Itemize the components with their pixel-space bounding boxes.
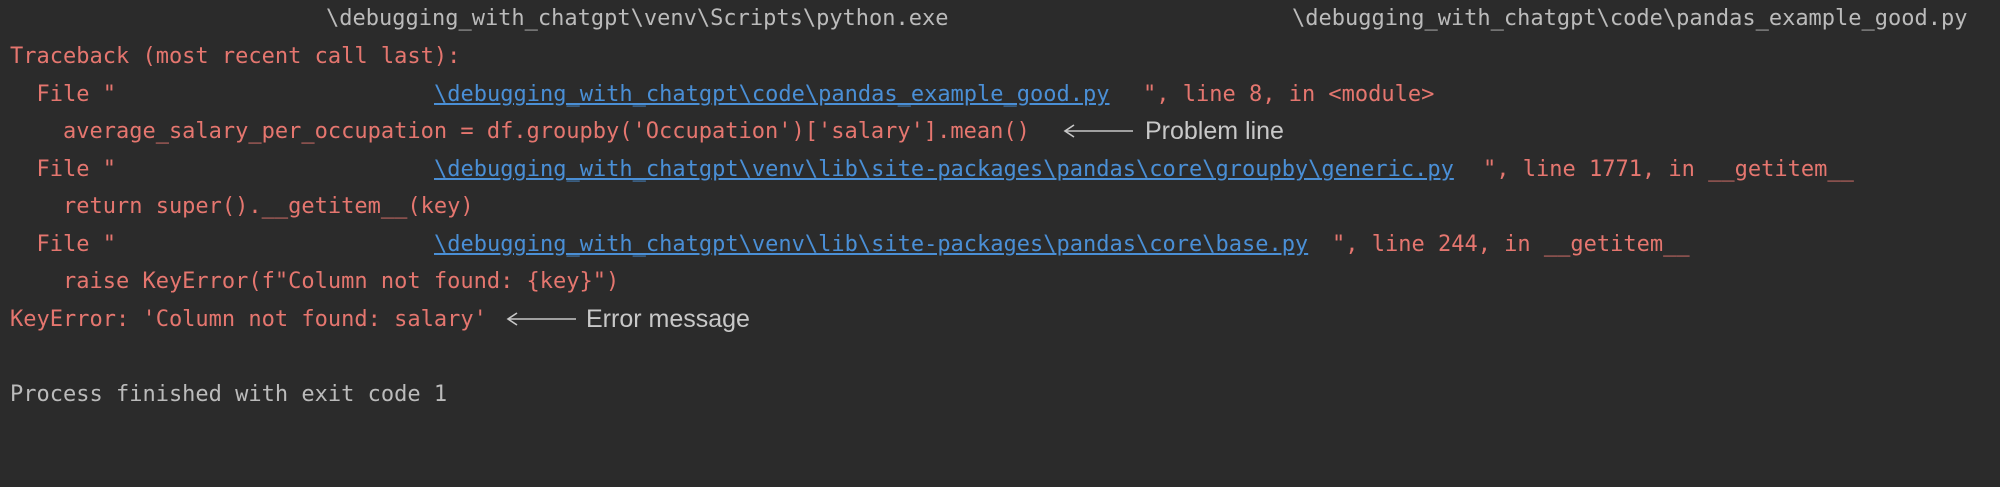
traceback-header-text: Traceback (most recent call last):: [10, 44, 461, 69]
frame-3-file-prefix: File ": [10, 232, 116, 257]
frame-1-file-line: File " \debugging_with_chatgpt\code\pand…: [0, 76, 1434, 113]
frame-3-file-line: File " \debugging_with_chatgpt\venv\lib\…: [0, 226, 1689, 263]
run-console-output: \debugging_with_chatgpt\venv\Scripts\pyt…: [0, 0, 2000, 421]
frame-2-code: return super().__getitem__(key): [10, 194, 474, 219]
interpreter-path: \debugging_with_chatgpt\venv\Scripts\pyt…: [326, 6, 949, 31]
frame-3-code-line: raise KeyError(f"Column not found: {key}…: [0, 263, 619, 300]
frame-2-location: ", line 1771, in __getitem__: [1483, 157, 1854, 182]
exit-message: Process finished with exit code 1: [10, 382, 448, 407]
key-error-text: KeyError: 'Column not found: salary': [10, 307, 487, 332]
frame-1-code-line: average_salary_per_occupation = df.group…: [0, 113, 1284, 150]
frame-2-code-line: return super().__getitem__(key): [0, 188, 474, 225]
frame-1-location: ", line 8, in <module>: [1143, 82, 1435, 107]
frame-1-file-link[interactable]: \debugging_with_chatgpt\code\pandas_exam…: [434, 76, 1110, 113]
frame-3-code: raise KeyError(f"Column not found: {key}…: [10, 269, 620, 294]
frame-1-code: average_salary_per_occupation = df.group…: [10, 119, 1030, 144]
frame-3-location: ", line 244, in __getitem__: [1332, 232, 1690, 257]
error-line: KeyError: 'Column not found: salary' Err…: [0, 301, 750, 338]
frame-1-file-prefix: File ": [10, 82, 116, 107]
frame-2-file-prefix: File ": [10, 157, 116, 182]
problem-line-annotation: Problem line: [1145, 117, 1284, 145]
frame-2-file-line: File " \debugging_with_chatgpt\venv\lib\…: [0, 151, 1853, 188]
frame-2-file-link[interactable]: \debugging_with_chatgpt\venv\lib\site-pa…: [434, 151, 1454, 188]
exit-line: Process finished with exit code 1: [0, 376, 447, 413]
left-arrow-icon: [506, 312, 576, 326]
traceback-header: Traceback (most recent call last):: [0, 38, 460, 75]
left-arrow-icon: [1063, 124, 1133, 138]
error-message-annotation: Error message: [586, 305, 750, 333]
frame-3-file-link[interactable]: \debugging_with_chatgpt\venv\lib\site-pa…: [434, 226, 1308, 263]
script-path: \debugging_with_chatgpt\code\pandas_exam…: [1292, 6, 1968, 31]
command-line: \debugging_with_chatgpt\venv\Scripts\pyt…: [0, 0, 1968, 37]
